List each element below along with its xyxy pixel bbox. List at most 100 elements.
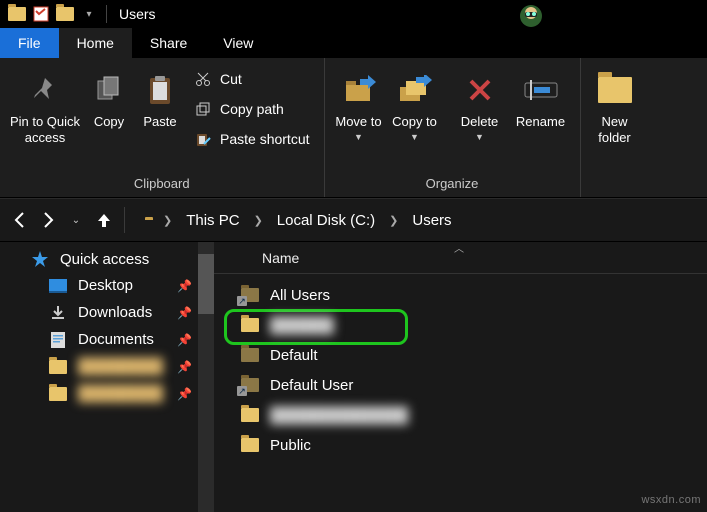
new-folder-label: New folder <box>587 114 643 145</box>
chevron-right-icon[interactable]: ❯ <box>254 214 263 227</box>
new-folder-button[interactable]: New folder <box>587 62 643 145</box>
forward-button[interactable] <box>34 206 62 234</box>
ribbon-group-new: New folder <box>581 58 649 197</box>
pin-icon <box>30 66 60 114</box>
quick-access-label: Quick access <box>60 251 149 268</box>
scissors-icon <box>194 71 212 87</box>
column-header-name[interactable]: Name ︿ <box>214 242 707 274</box>
delete-button[interactable]: Delete ▼ <box>452 62 508 142</box>
copy-path-label: Copy path <box>220 101 284 117</box>
ribbon-tabs: File Home Share View <box>0 28 707 58</box>
sidebar-item-label: Desktop <box>78 277 133 294</box>
clipboard-group-label: Clipboard <box>6 174 318 195</box>
folder-shortcut-icon <box>240 288 260 302</box>
chevron-down-icon: ▼ <box>410 132 419 143</box>
qat-newfolder-icon[interactable] <box>54 3 76 25</box>
copy-label: Copy <box>94 114 124 130</box>
copy-to-label: Copy to <box>392 114 437 130</box>
navigation-bar: ⌄ ❯ This PC ❯ Local Disk (C:) ❯ Users <box>0 198 707 242</box>
up-button[interactable] <box>90 206 118 234</box>
pin-label: Pin to Quick access <box>6 114 84 145</box>
scrollbar-thumb[interactable] <box>198 254 214 314</box>
qat-properties-icon[interactable] <box>30 3 52 25</box>
nav-separator <box>124 207 125 233</box>
file-list-pane: Name ︿ All Users ██████ Default Default … <box>214 242 707 512</box>
cut-button[interactable]: Cut <box>186 64 318 94</box>
chevron-down-icon: ▼ <box>475 132 484 143</box>
copy-icon <box>95 66 123 114</box>
pin-icon: 📌 <box>177 333 192 347</box>
copy-path-icon <box>194 101 212 117</box>
tab-view[interactable]: View <box>205 28 271 58</box>
file-row-user-redacted[interactable]: ██████ <box>214 310 707 340</box>
tab-share[interactable]: Share <box>132 28 205 58</box>
breadcrumb-local-disk[interactable]: Local Disk (C:) <box>277 212 375 229</box>
copy-to-button[interactable]: Copy to ▼ <box>387 62 443 142</box>
paste-shortcut-label: Paste shortcut <box>220 131 310 147</box>
sidebar-item-pinned-folder[interactable]: ████████ 📌 <box>0 353 214 380</box>
paste-icon <box>147 66 173 114</box>
address-bar[interactable]: ❯ This PC ❯ Local Disk (C:) ❯ Users <box>139 205 701 235</box>
clipboard-smallbuttons: Cut Copy path Paste shortcut <box>186 62 318 154</box>
star-icon <box>30 250 50 268</box>
file-name: █████████████ <box>270 407 408 424</box>
ribbon-group-organize: Move to ▼ Copy to ▼ Delete ▼ <box>325 58 581 197</box>
sidebar-quick-access[interactable]: Quick access <box>0 242 214 272</box>
sidebar-item-pinned-folder[interactable]: ████████ 📌 <box>0 380 214 407</box>
recent-locations-button[interactable]: ⌄ <box>62 206 90 234</box>
qat-customize-caret[interactable]: ▾ <box>78 3 100 25</box>
new-group-spacer <box>587 174 643 195</box>
pin-icon: 📌 <box>177 387 192 401</box>
chevron-right-icon[interactable]: ❯ <box>163 214 172 227</box>
rename-icon <box>524 66 558 114</box>
titlebar: ▾ Users <box>0 0 707 28</box>
folder-icon <box>240 408 260 422</box>
rename-button[interactable]: Rename <box>508 62 574 130</box>
move-to-button[interactable]: Move to ▼ <box>331 62 387 142</box>
back-button[interactable] <box>6 206 34 234</box>
copy-button[interactable]: Copy <box>84 62 134 130</box>
sidebar-scrollbar[interactable] <box>198 242 214 512</box>
sidebar-item-documents[interactable]: Documents 📌 <box>0 326 214 353</box>
titlebar-separator <box>106 5 107 23</box>
navigation-pane: Quick access Desktop 📌 Downloads 📌 Docum… <box>0 242 214 512</box>
chevron-right-icon[interactable]: ❯ <box>389 214 398 227</box>
paste-button[interactable]: Paste <box>134 62 186 130</box>
qat-folder-icon[interactable] <box>6 3 28 25</box>
copy-path-button[interactable]: Copy path <box>186 94 318 124</box>
organize-group-label: Organize <box>331 174 574 195</box>
folder-icon <box>240 318 260 332</box>
window-title: Users <box>119 6 156 22</box>
sidebar-item-desktop[interactable]: Desktop 📌 <box>0 272 214 299</box>
file-row-all-users[interactable]: All Users <box>214 280 707 310</box>
paste-shortcut-icon <box>194 131 212 147</box>
ribbon-group-clipboard: Pin to Quick access Copy Paste <box>0 58 325 197</box>
folder-icon <box>48 387 68 401</box>
folder-icon <box>240 438 260 452</box>
sidebar-item-downloads[interactable]: Downloads 📌 <box>0 299 214 326</box>
downloads-icon <box>48 305 68 321</box>
file-row-redacted[interactable]: █████████████ <box>214 400 707 430</box>
desktop-icon <box>48 279 68 293</box>
pin-to-quick-access-button[interactable]: Pin to Quick access <box>6 62 84 145</box>
delete-label: Delete <box>461 114 499 130</box>
paste-shortcut-button[interactable]: Paste shortcut <box>186 124 318 154</box>
sidebar-item-label: Downloads <box>78 304 152 321</box>
folder-icon <box>240 348 260 362</box>
tab-home[interactable]: Home <box>59 28 132 58</box>
file-name: Public <box>270 437 311 454</box>
file-row-public[interactable]: Public <box>214 430 707 460</box>
sidebar-item-label: ████████ <box>78 385 163 402</box>
new-folder-icon <box>598 66 632 114</box>
pin-icon: 📌 <box>177 360 192 374</box>
file-row-default[interactable]: Default <box>214 340 707 370</box>
breadcrumb-users[interactable]: Users <box>412 212 451 229</box>
breadcrumb-this-pc[interactable]: This PC <box>186 212 239 229</box>
sidebar-item-label: ████████ <box>78 358 163 375</box>
pin-icon: 📌 <box>177 279 192 293</box>
file-row-default-user[interactable]: Default User <box>214 370 707 400</box>
tab-file[interactable]: File <box>0 28 59 58</box>
folder-icon <box>48 360 68 374</box>
watermark: wsxdn.com <box>641 494 701 506</box>
column-name-label: Name <box>262 250 299 266</box>
